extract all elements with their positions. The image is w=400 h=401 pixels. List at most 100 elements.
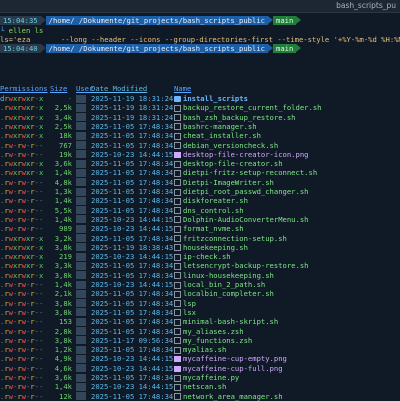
file-user-redacted	[76, 215, 86, 224]
file-name[interactable]: dietpi_root_passwd_changer.sh	[174, 187, 309, 196]
file-size: 4,6k	[54, 363, 72, 373]
file-name[interactable]: my_functions.zsh	[174, 336, 252, 345]
script-file-icon	[174, 207, 181, 215]
file-name[interactable]: mycaffeine.py	[174, 373, 239, 382]
file-user-redacted	[76, 271, 86, 280]
file-date: 2025-11-05 17:48:34	[91, 131, 174, 141]
file-name[interactable]: minimal-bash-skript.sh	[174, 317, 278, 326]
image-file-icon	[174, 365, 181, 372]
file-name[interactable]: fritzconnection-setup.sh	[174, 234, 287, 243]
file-name[interactable]: diskforeater.sh	[174, 196, 248, 205]
file-permissions: .rwxrwxr-x	[0, 159, 44, 169]
file-date: 2025-11-05 17:48:34	[91, 289, 174, 299]
file-name[interactable]: debian_versioncheck.sh	[174, 141, 278, 150]
file-name[interactable]: housekeeping.sh	[174, 243, 248, 252]
file-user-redacted	[76, 345, 86, 354]
file-user-redacted	[76, 317, 86, 326]
file-name-text: debian_versioncheck.sh	[183, 140, 279, 150]
file-date: 2025-11-05 17:48:34	[91, 168, 174, 178]
file-user-redacted	[76, 336, 86, 345]
command-line: ls='eza --long --header --icons --group-…	[0, 35, 400, 44]
file-name[interactable]: desktop-file-creator.sh	[174, 159, 283, 168]
script-file-icon	[174, 290, 181, 298]
file-date: 2025-11-19 18:31:24	[91, 103, 174, 113]
file-size: 1,4k	[54, 214, 72, 224]
file-name-text: my_aliases.zsh	[183, 326, 244, 336]
file-size: 3,8k	[54, 298, 72, 308]
script-file-icon	[174, 132, 181, 140]
script-file-icon	[174, 179, 181, 187]
script-file-icon	[174, 216, 181, 224]
file-name[interactable]: desktop-file-creator-icon.png	[174, 150, 309, 159]
file-name[interactable]: mycaffeine-cup-empty.png	[174, 354, 287, 363]
header-permissions: Permissions	[0, 84, 48, 93]
file-user-redacted	[76, 94, 86, 103]
script-file-icon	[174, 374, 181, 382]
file-name[interactable]: my_aliases.zsh	[174, 327, 244, 336]
file-date: 2025-10-23 14:44:15	[91, 382, 174, 392]
file-name-text: dietpi_root_passwd_changer.sh	[183, 187, 309, 196]
file-name[interactable]: ip-check.sh	[174, 252, 231, 261]
file-name[interactable]: Dietpi-ImageWriter.sh	[174, 178, 274, 187]
file-name[interactable]: localbin_completer.sh	[174, 289, 274, 298]
file-name-text: mycaffeine-cup-full.png	[183, 363, 283, 373]
window-titlebar: bash_scripts_pu	[0, 0, 400, 13]
file-user-redacted	[76, 159, 86, 168]
file-name-text: Dolphin-AudioConverterMenu.sh	[183, 214, 309, 224]
script-file-icon	[174, 235, 181, 242]
file-name-text: backup_restore_current_folder.sh	[183, 103, 322, 113]
file-user-redacted	[76, 224, 86, 233]
file-name-text: letsencrypt-backup-restore.sh	[183, 261, 309, 271]
file-date: 2025-10-23 14:44:15	[91, 354, 174, 364]
file-name[interactable]: netscan.sh	[174, 382, 226, 391]
file-size: 3,8k	[54, 307, 72, 317]
file-permissions: .rw-rw-r--	[0, 280, 44, 289]
file-size: 153	[59, 317, 72, 327]
file-name[interactable]: letsencrypt-backup-restore.sh	[174, 261, 309, 270]
file-size: 2,1k	[54, 289, 72, 299]
file-date: 2025-11-05 17:48:34	[91, 196, 174, 206]
file-name[interactable]: bash_zsh_backup_restore.sh	[174, 113, 296, 122]
file-name[interactable]: cheat_installer.sh	[174, 131, 261, 140]
file-permissions: .rw-rw-r--	[0, 317, 44, 327]
file-name[interactable]: dietpi-fritz-setup-reconnect.sh	[174, 168, 317, 177]
file-name[interactable]: install_scripts	[174, 94, 248, 103]
file-name[interactable]: network_area_manager.sh	[174, 392, 283, 401]
file-name-text: myalias.sh	[183, 345, 227, 355]
file-name[interactable]: myalias.sh	[174, 345, 226, 354]
file-name[interactable]: dns_control.sh	[174, 206, 244, 215]
file-user-redacted	[76, 122, 86, 131]
script-file-icon	[174, 393, 181, 401]
file-name[interactable]: bashrc-manager.sh	[174, 122, 257, 131]
alias-text: ls='eza	[0, 35, 31, 44]
file-permissions: .rw-rw-r--	[0, 298, 44, 308]
file-name[interactable]: lsp	[174, 299, 196, 308]
file-date: 2025-11-19 18:31:24	[91, 94, 174, 103]
file-permissions: .rw-rw-r--	[0, 391, 44, 401]
file-size: 19k	[59, 149, 72, 159]
file-name[interactable]: Dolphin-AudioConverterMenu.sh	[174, 215, 309, 224]
file-permissions: drwxrwxr-x	[0, 94, 44, 103]
file-permissions: .rwxrwxr-x	[0, 261, 44, 271]
file-date: 2025-11-05 17:48:34	[91, 187, 174, 196]
file-size: 2,5k	[54, 121, 72, 131]
file-name-text: diskforeater.sh	[183, 196, 248, 206]
file-size: 2,8k	[54, 326, 72, 336]
file-name[interactable]: backup_restore_current_folder.sh	[174, 103, 321, 112]
file-date: 2025-11-17 09:56:34	[91, 335, 174, 345]
file-name[interactable]: lsx	[174, 308, 196, 317]
file-name[interactable]: format_nvme.sh	[174, 224, 244, 233]
file-name[interactable]: local_bin_2_path.sh	[174, 280, 265, 289]
script-file-icon	[174, 114, 181, 122]
prompt-user-line: └ ellen ls	[0, 26, 44, 35]
file-permissions: .rwxrwxr-x	[0, 103, 44, 113]
prompt-line-2: 15:04:40/home/ /Dokumente/git_projects/b…	[0, 44, 302, 53]
file-size: 4,8k	[54, 177, 72, 187]
file-permissions: .rw-rw-r--	[0, 205, 44, 215]
file-date: 2025-10-23 14:44:15	[91, 363, 174, 373]
file-date: 2025-11-05 17:48:34	[91, 205, 174, 215]
file-name[interactable]: linux-housekeeping.sh	[174, 271, 274, 280]
file-name[interactable]: mycaffeine-cup-full.png	[174, 364, 283, 373]
file-permissions: .rwxrwxr-x	[0, 112, 44, 122]
file-date: 2025-11-05 17:48:34	[91, 159, 174, 169]
